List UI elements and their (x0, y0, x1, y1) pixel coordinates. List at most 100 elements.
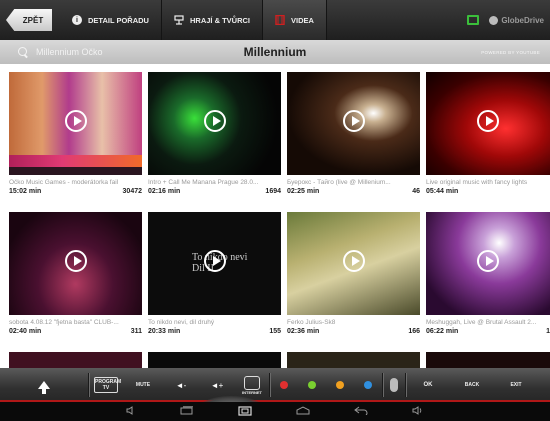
mute-label: MUTE (135, 382, 151, 388)
info-icon: i (72, 15, 82, 25)
green-dot-icon (308, 381, 316, 389)
video-card[interactable]: sobota 4.08.12 "fjetna basta" CLUB-... 0… (9, 212, 142, 335)
video-views: 1 (546, 328, 550, 335)
video-title: Буерокс - Тайго (live @ Millenium... (287, 179, 391, 186)
volume-down-button[interactable]: ◄- (163, 368, 199, 402)
video-thumbnail-partial[interactable] (426, 352, 550, 368)
screen-icon[interactable] (467, 15, 480, 25)
tv-ticker-graphic (9, 155, 142, 167)
volume-up-label: ◄+ (210, 380, 224, 390)
video-thumbnail[interactable] (287, 72, 420, 175)
home-icon[interactable] (296, 406, 310, 417)
blue-button[interactable] (354, 368, 382, 402)
video-thumbnail[interactable] (426, 72, 550, 175)
exit-label: EXIT (510, 382, 522, 388)
video-title: Meshuggah, Live @ Brutal Assault 2... (426, 319, 537, 326)
video-title: sobota 4.08.12 "fjetna basta" CLUB-... (9, 319, 119, 326)
video-card[interactable]: Očko Music Games - moderátorka fail 15:0… (9, 72, 142, 195)
satellite-icon (244, 375, 260, 390)
play-icon[interactable] (477, 110, 499, 133)
exit-button[interactable]: EXIT (494, 368, 538, 402)
video-views: 1694 (265, 188, 281, 195)
play-icon[interactable] (203, 110, 226, 133)
up-button[interactable] (0, 368, 88, 402)
video-thumbnail[interactable] (287, 212, 420, 315)
search-icon[interactable] (18, 47, 28, 57)
video-duration: 02:36 min (287, 328, 320, 335)
volume-down-icon: ◄- (176, 381, 187, 390)
volume-up-system-icon[interactable] (412, 406, 424, 417)
video-duration: 02:40 min (9, 328, 42, 335)
internet-label: INTERNET (242, 389, 262, 395)
cast-icon (174, 15, 184, 25)
brand-name: GlobeDrive (501, 15, 544, 25)
video-thumbnail-partial[interactable] (9, 352, 142, 368)
search-input[interactable] (36, 47, 216, 57)
video-thumbnail[interactable] (9, 212, 142, 315)
play-icon[interactable] (342, 110, 365, 133)
play-icon[interactable] (64, 110, 87, 133)
microphone-button[interactable] (383, 368, 405, 402)
play-icon[interactable] (342, 250, 365, 273)
video-duration: 06:22 min (426, 328, 459, 335)
tab-cast-crew[interactable]: HRAJÍ & TVŮRCI (162, 0, 263, 40)
remote-control-bar: PROGRAM TV MUTE ◄- ◄+ INTERNET OK BACK E… (0, 368, 550, 402)
powered-by-label: POWERED BY YOUTUBE (481, 49, 540, 55)
volume-down-system-icon[interactable] (126, 406, 136, 417)
video-thumbnail[interactable] (148, 72, 281, 175)
video-card[interactable]: Meshuggah, Live @ Brutal Assault 2... 06… (426, 212, 550, 335)
video-thumbnail-partial[interactable] (287, 352, 420, 368)
video-title: Ferko Julius-Sk8 (287, 319, 336, 326)
video-card[interactable]: Intro + Call Me Manana Prague 28.0... 02… (148, 72, 281, 195)
video-views: 30472 (122, 188, 142, 195)
yellow-dot-icon (336, 381, 344, 389)
recent-apps-icon[interactable] (180, 406, 194, 417)
back-label: BACK (464, 382, 480, 388)
video-duration: 02:25 min (287, 188, 320, 195)
play-icon[interactable] (64, 250, 87, 273)
video-thumbnail[interactable] (426, 212, 550, 315)
tab-show-detail[interactable]: i DETAIL POŘADU (60, 0, 162, 40)
video-card[interactable]: To nikdo nevi Dil II To nikdo nevi, dil … (148, 212, 281, 335)
fullscreen-icon[interactable] (238, 405, 252, 418)
video-card[interactable]: Live original music with fancy lights 05… (426, 72, 550, 195)
video-card[interactable]: Ferko Julius-Sk8 02:36 min 166 (287, 212, 420, 335)
green-button[interactable] (298, 368, 326, 402)
globe-icon (489, 15, 499, 25)
video-grid: Očko Music Games - moderátorka fail 15:0… (0, 64, 550, 368)
film-icon (275, 15, 285, 25)
volume-up-icon: ◄+ (211, 381, 224, 390)
video-thumbnail[interactable] (9, 72, 142, 175)
mute-button[interactable]: MUTE (123, 368, 163, 402)
arrow-up-icon (38, 381, 50, 394)
ok-button[interactable]: OK (406, 368, 450, 402)
video-duration: 15:02 min (9, 188, 42, 195)
top-navigation-bar: ZPĚT i DETAIL POŘADU HRAJÍ & TVŮRCI VIDE… (0, 0, 550, 40)
video-thumbnail[interactable]: To nikdo nevi Dil II (148, 212, 281, 315)
brand-logo: GlobeDrive (489, 15, 544, 25)
back-button[interactable]: ZPĚT (6, 9, 52, 31)
ok-label: OK (423, 382, 433, 388)
tab-videos[interactable]: VIDEA (263, 0, 327, 40)
red-button[interactable] (270, 368, 298, 402)
program-tv-button[interactable]: PROGRAM TV (89, 368, 123, 402)
play-icon[interactable] (203, 250, 226, 273)
video-card[interactable]: Буерокс - Тайго (live @ Millenium... 02:… (287, 72, 420, 195)
tab-show-detail-label: DETAIL POŘADU (88, 15, 149, 25)
back-system-icon[interactable] (354, 406, 368, 417)
video-title: Očko Music Games - moderátorka fail (9, 179, 119, 186)
volume-down-label: ◄- (175, 380, 187, 390)
yellow-button[interactable] (326, 368, 354, 402)
video-views: 166 (408, 328, 420, 335)
back-remote-button[interactable]: BACK (450, 368, 494, 402)
play-icon[interactable] (477, 250, 499, 273)
search-bar: Millennium POWERED BY YOUTUBE (0, 40, 550, 64)
system-navigation-bar (0, 402, 550, 421)
video-thumbnail-partial[interactable] (148, 352, 281, 368)
video-views: 46 (412, 188, 420, 195)
video-duration: 02:16 min (148, 188, 181, 195)
video-views: 311 (130, 328, 142, 335)
video-views: 155 (269, 328, 281, 335)
red-dot-icon (280, 381, 288, 389)
video-title: To nikdo nevi, dil druhý (148, 319, 215, 326)
